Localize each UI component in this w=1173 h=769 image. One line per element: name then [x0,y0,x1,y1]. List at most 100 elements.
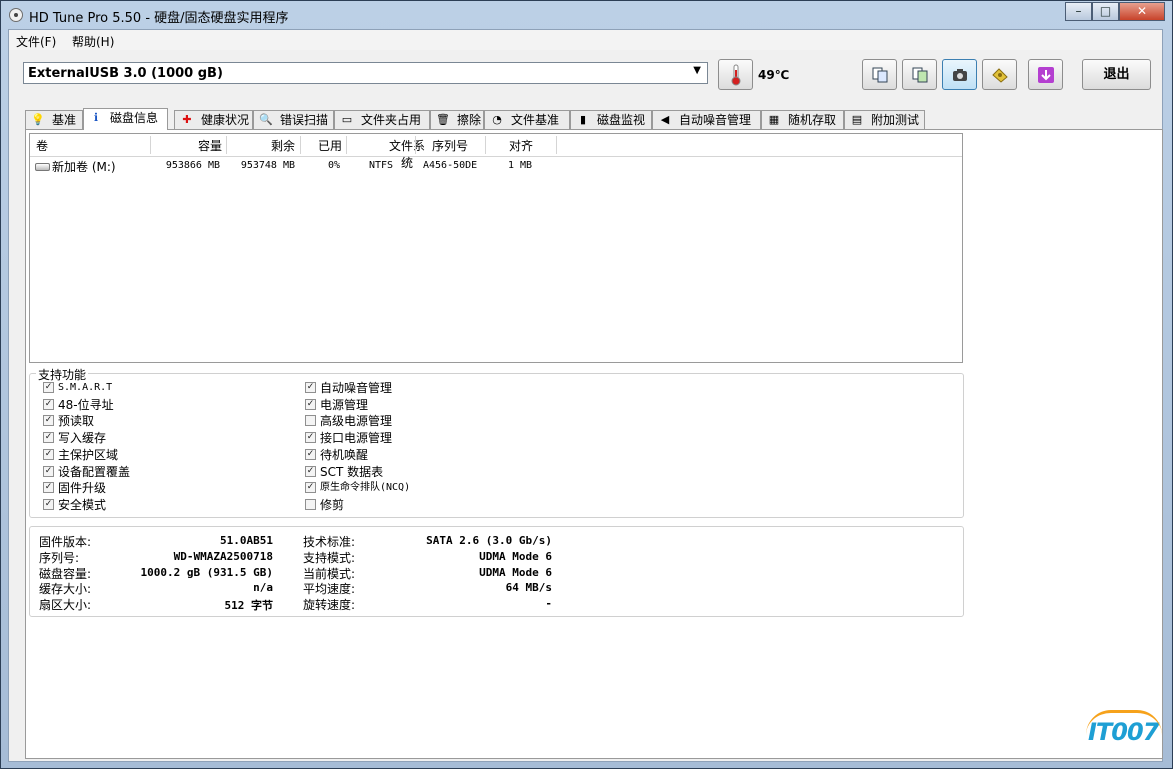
tab-4[interactable]: 🔍 错误扫描 [253,110,334,129]
checkmark-icon: ✓ [43,432,54,444]
app-window: HD Tune Pro 5.50 - 硬盘/固态硬盘实用程序 – □ ✕ 文件(… [0,0,1173,769]
tab-7[interactable]: ◔ 文件基准 [484,110,570,129]
column-divider[interactable] [226,136,227,154]
health-cross-icon: ✚ [182,113,192,126]
info-label: 扇区大小: [39,598,92,613]
tab-10[interactable]: ▦ 随机存取 [761,110,844,129]
checkmark-icon: ✓ [305,398,316,410]
feature-label: 高级电源管理 [320,414,393,429]
feature-label: 安全模式 [58,497,107,512]
copy-text-icon [872,67,887,83]
tab-label: 磁盘监视 [597,113,646,127]
info-icon: ℹ [93,111,99,124]
menu-help[interactable]: 帮助(H) [72,33,114,50]
tab-6[interactable]: 🗑 擦除 [430,110,484,129]
copy-text-button[interactable] [862,59,897,90]
column-header[interactable]: 卷 [36,137,48,154]
minimize-button[interactable]: – [1065,2,1092,21]
volume-list-header: 卷容量 剩余 已用 文件系统 序列号 对齐 [30,134,962,170]
checkmark-icon: ✓ [43,482,54,494]
tab-9[interactable]: ◀ 自动噪音管理 [652,110,761,129]
info-label: 支持模式: [303,550,356,565]
tab-8[interactable]: ▮ 磁盘监视 [570,110,652,129]
volume-align: 1 MB [508,160,533,171]
save-button[interactable] [1028,59,1063,90]
tab-label: 磁盘信息 [110,111,159,125]
info-label: 缓存大小: [39,582,92,597]
options-button[interactable] [982,59,1017,90]
column-divider[interactable] [415,136,416,154]
tab-label: 文件基准 [511,113,560,127]
tab-3[interactable]: ✚ 健康状况 [174,110,253,129]
checkmark-icon: ✓ [305,482,316,494]
client-area: 文件(F) 帮助(H) ExternalUSB 3.0 (1000 gB) ▼ … [8,29,1163,762]
tab-11[interactable]: ▤ 附加测试 [844,110,925,129]
screenshot-button[interactable] [942,59,977,90]
volume-fs: NTFS [369,160,394,171]
volume-row[interactable]: 新加卷 (M:) 953866 MB 953748 MB 0% NTFS A456-50D… [30,158,962,174]
magnifier-icon: 🔍 [259,113,273,126]
column-divider[interactable] [346,136,347,154]
tab-label: 附加测试 [871,113,920,127]
column-header[interactable]: 对齐 [501,137,541,154]
copy-all-icon [912,67,927,83]
column-divider[interactable] [150,136,151,154]
tab-label: 随机存取 [788,113,837,127]
tab-label: 文件夹占用 [361,113,422,127]
column-divider[interactable] [485,136,486,154]
exit-button[interactable]: 退出 [1082,59,1151,90]
watermark-logo: IT007 [1085,710,1163,746]
info-value: UDMA Mode 6 [479,565,552,579]
column-header[interactable]: 序列号 [430,137,470,154]
volume-capacity: 953866 MB [165,160,220,171]
info-label: 序列号: [39,550,80,565]
feature-label: 写入缓存 [58,431,107,446]
disk-info-panel: 卷容量 剩余 已用 文件系统 序列号 对齐 新加卷 (M:) 953866 MB 953748… [25,129,1163,759]
column-header[interactable]: 已用 [318,137,342,154]
volume-free: 953748 MB [240,160,295,171]
close-button[interactable]: ✕ [1119,2,1165,21]
app-icon [9,8,23,22]
tab-2[interactable]: ℹ 磁盘信息 [83,108,168,130]
column-divider[interactable] [300,136,301,154]
tab-label: 健康状况 [201,113,250,127]
temperature-button[interactable] [718,59,753,90]
checkmark-icon: ✓ [43,465,54,477]
column-header[interactable]: 容量 [198,137,222,154]
tab-1[interactable]: 💡 基准 [25,110,83,129]
info-value: 51.0AB51 [220,534,273,547]
column-divider[interactable] [556,136,557,154]
info-value: WD-WMAZA2500718 [173,549,273,563]
thermometer-icon [731,64,740,86]
save-icon [1037,67,1054,83]
info-value: 64 MB/s [505,581,552,595]
checkmark-icon: ✓ [43,448,54,460]
info-value: 512 字节 [224,599,274,613]
screenshot-icon [952,69,967,81]
feature-label: 接口电源管理 [320,431,393,446]
feature-label: 待机唤醒 [320,447,369,462]
feature-label: S.M.A.R.T [58,382,113,393]
info-value: - [545,597,552,611]
drive-info-group: 固件版本: 51.0AB51 序列号: WD-WMAZA2500718 磁盘容量: 100… [29,526,964,617]
menu-file[interactable]: 文件(F) [16,33,56,50]
volume-serial: A456-50DE [423,160,478,171]
title-bar[interactable]: HD Tune Pro 5.50 - 硬盘/固态硬盘实用程序 – □ ✕ [1,1,1172,29]
copy-all-button[interactable] [902,59,937,90]
drive-select[interactable]: ExternalUSB 3.0 (1000 gB) ▼ [23,62,708,84]
maximize-button[interactable]: □ [1092,2,1119,21]
info-value: 1000.2 gB (931.5 GB) [140,565,273,579]
chevron-down-icon: ▼ [693,65,701,76]
volume-list[interactable]: 卷容量 剩余 已用 文件系统 序列号 对齐 新加卷 (M:) 953866 MB 953748… [29,133,963,363]
feature-label: 电源管理 [320,397,369,412]
tab-5[interactable]: ▭ 文件夹占用 [334,110,430,129]
feature-label: 预读取 [58,414,95,429]
info-value: UDMA Mode 6 [479,549,552,563]
info-label: 固件版本: [39,535,92,549]
drive-select-value: ExternalUSB 3.0 (1000 gB) [28,66,223,81]
column-header[interactable]: 剩余 [271,137,295,154]
temperature-value: 49℃ [758,68,790,82]
tab-label: 错误扫描 [280,113,329,127]
toolbar: ExternalUSB 3.0 (1000 gB) ▼ 49℃ 退出 [9,50,1162,100]
feature-label: 设备配置覆盖 [58,464,131,479]
